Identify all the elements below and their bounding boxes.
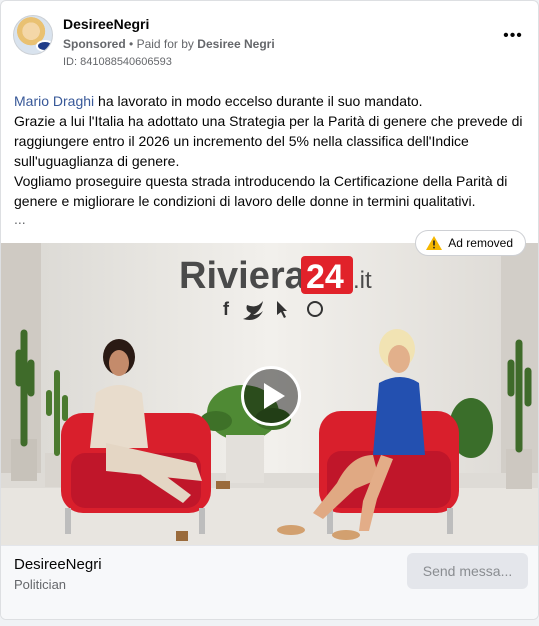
sponsor-line: Sponsored • Paid for by Desiree Negri [63, 37, 275, 51]
ad-id: ID: 841088540606593 [63, 56, 172, 68]
send-message-button[interactable]: Send messa... [407, 553, 528, 589]
mention-link[interactable]: Mario Draghi [14, 93, 94, 109]
sponsored-label: Sponsored [63, 37, 126, 51]
play-button-icon[interactable] [241, 366, 301, 426]
warning-icon [426, 236, 443, 250]
text-paragraph-3: Vogliamo proseguire questa strada introd… [14, 173, 508, 209]
brand-logo-suffix: .it [353, 267, 372, 294]
text-paragraph-2: Grazie a lui l'Italia ha adottato una St… [14, 113, 523, 169]
ad-removed-badge: Ad removed [415, 230, 526, 256]
ad-removed-label: Ad removed [448, 236, 513, 250]
avatar[interactable] [13, 15, 53, 55]
brand-logo-number: 24 [306, 258, 344, 296]
paid-for-name: Desiree Negri [197, 37, 275, 51]
author-name[interactable]: DesireeNegri [63, 16, 149, 32]
facebook-icon: f [223, 299, 230, 319]
separator-dot: • [129, 37, 134, 51]
post-text: Mario Draghi ha lavorato in modo eccelso… [14, 91, 526, 227]
text-line1: ha lavorato in modo eccelso durante il s… [94, 93, 423, 109]
post-header: DesireeNegri Sponsored • Paid for by Des… [13, 13, 526, 73]
brand-logo-text: Riviera [179, 255, 307, 297]
party-badge-icon [36, 40, 52, 52]
see-more-ellipsis[interactable]: ... [14, 211, 526, 227]
paid-for-prefix: Paid for by [136, 37, 194, 51]
footer-page-category: Politician [14, 577, 67, 592]
ad-card: DesireeNegri Sponsored • Paid for by Des… [0, 0, 539, 620]
video-media[interactable]: Riviera 24 .it f [1, 243, 538, 545]
more-options-icon[interactable]: ••• [502, 28, 524, 47]
ad-footer: DesireeNegri Politician Send messa... [1, 545, 538, 619]
footer-page-name[interactable]: DesireeNegri [14, 556, 102, 573]
